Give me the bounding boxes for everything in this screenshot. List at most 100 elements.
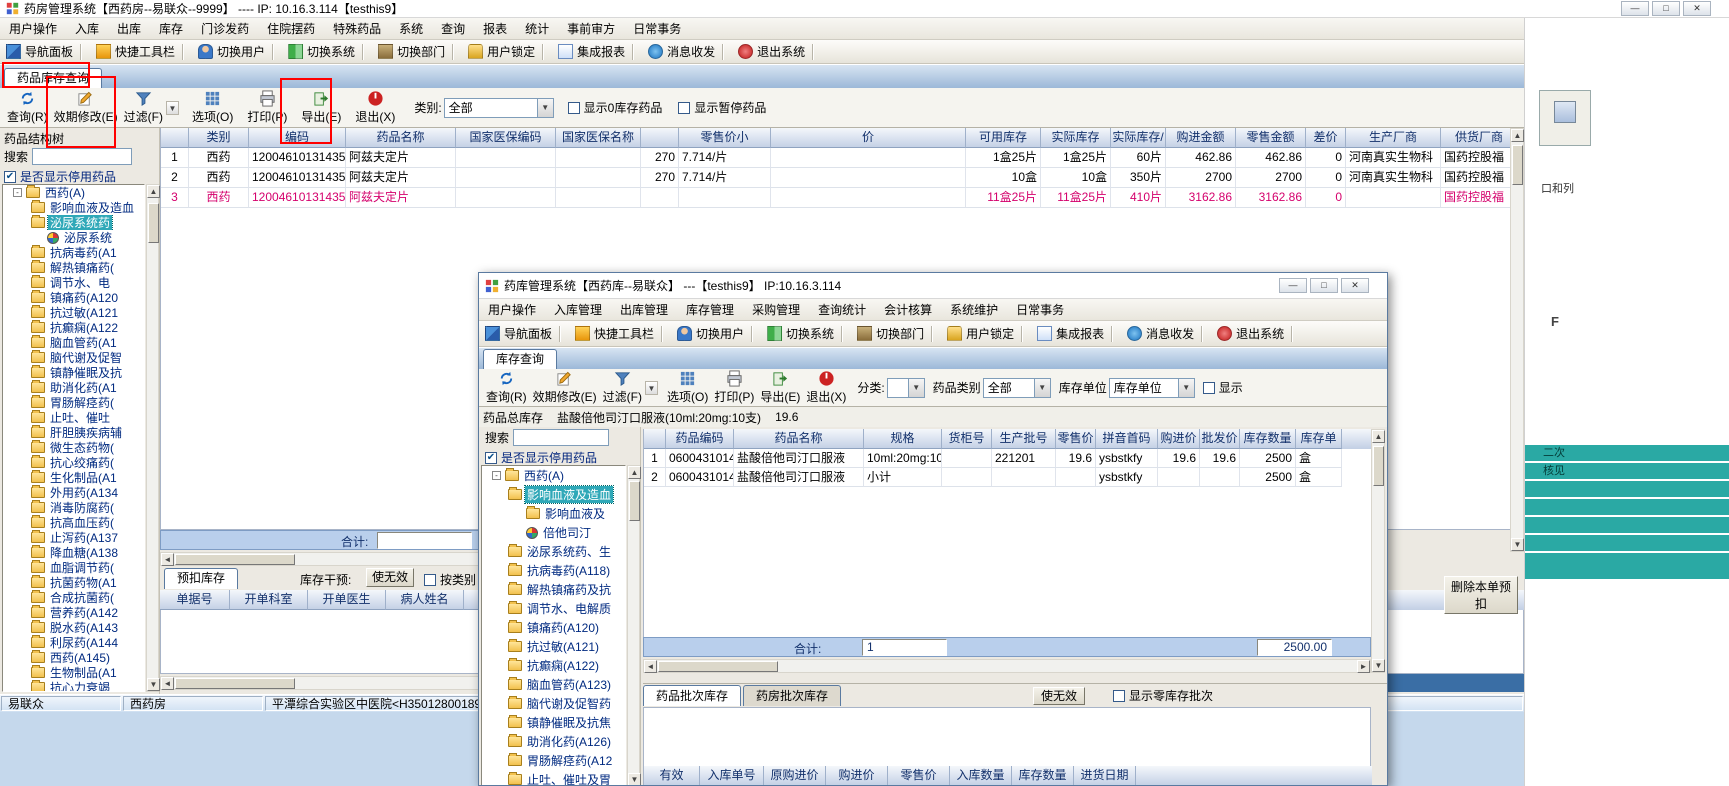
exit-button[interactable]: 退出(X) [352,89,398,126]
scroll-thumb[interactable] [658,661,778,672]
toolbar-button[interactable]: 切换部门 [851,321,941,346]
toolbar-button[interactable]: 切换系统 [761,321,851,346]
tree-item[interactable]: 抗心绞痛药( [3,455,144,470]
export-button[interactable]: 导出(E) [298,89,344,126]
column-header[interactable]: 零售价 [1056,429,1096,449]
column-header[interactable]: 药品编码 [666,429,734,449]
menu-item[interactable]: 统计 [516,18,558,40]
scroll-right-icon[interactable]: ► [1357,660,1370,673]
menu-item[interactable]: 库存管理 [677,298,743,321]
column-header[interactable]: 购进价 [826,766,888,785]
column-header[interactable]: 零售金额 [1236,128,1306,148]
menu-item[interactable]: 查询统计 [809,298,875,321]
toolbar-button[interactable]: 切换部门 [372,40,462,63]
tree-item[interactable]: 利尿药(A144 [3,635,144,650]
column-header[interactable]: 有效 [644,766,700,785]
menu-item[interactable]: 查询 [432,18,474,40]
tree-item[interactable]: 外用药(A134 [3,485,144,500]
column-header[interactable] [641,128,679,148]
tree-item[interactable]: 影响血液及造血 [3,200,144,215]
column-header[interactable]: 开单医生 [308,590,386,610]
zero-batch-checkbox[interactable]: 显示零库存批次 [1113,687,1213,704]
expiry-edit-button[interactable]: 效期修改(E) [530,369,600,406]
menu-item[interactable]: 报表 [474,18,516,40]
warehouse-grid-vscroll[interactable]: ▲ ▼ [1371,429,1385,673]
tree-item[interactable]: 镇静催眠及抗焦 [482,713,625,732]
tree-item[interactable]: 血脂调节药( [3,560,144,575]
menu-item[interactable]: 事前审方 [558,18,624,40]
filter-dropdown-arrow[interactable]: ▼ [645,380,658,395]
column-header[interactable]: 库存单 [1296,429,1342,449]
drug-type-dropdown[interactable]: 全部 ▼ [982,377,1051,398]
toolbar-button[interactable]: 集成报表 [1031,321,1121,346]
tree-item[interactable]: 影响血液及造血 [482,485,625,504]
tree-item[interactable]: 解热镇痛药( [3,260,144,275]
toolbar-button[interactable]: 快捷工具栏 [90,40,192,63]
column-header[interactable]: 零售价小 [679,128,771,148]
toolbar-button[interactable]: 退出系统 [732,40,822,63]
menu-item[interactable]: 日常事务 [624,18,690,40]
tree-item[interactable]: 抗过敏(A121 [3,305,144,320]
query-button[interactable]: 查询(R) [483,369,530,406]
column-header[interactable]: 编码 [249,128,346,148]
column-header[interactable]: 药品名称 [346,128,456,148]
stock-grid-vscroll[interactable]: ▲ ▼ [1510,128,1524,552]
tab-pharmacy-batch-stock[interactable]: 药房批次库存 [743,685,842,706]
close-button[interactable]: ✕ [1683,1,1711,16]
menu-item[interactable]: 特殊药品 [324,18,390,40]
tree-item[interactable]: 降血糖(A138 [3,545,144,560]
tree-item[interactable]: 消毒防腐药( [3,500,144,515]
show-checkbox[interactable]: 显示 [1202,379,1243,396]
maximize-button[interactable]: □ [1652,1,1680,16]
column-header[interactable]: 进货日期 [1074,766,1136,785]
tree-item[interactable]: 止吐、催吐及胃 [482,770,625,785]
toolbar-button[interactable]: 快捷工具栏 [569,321,671,346]
tree-item[interactable]: 肝胆胰疾病辅 [3,425,144,440]
stock-unit-dropdown[interactable]: 库存单位 ▼ [1108,377,1195,398]
scroll-up-icon[interactable]: ▲ [147,185,160,198]
toolbar-button[interactable]: 切换用户 [671,321,761,346]
exit-button[interactable]: 退出(X) [803,369,849,406]
tab-inventory-query[interactable]: 库存查询 [483,349,558,369]
tree-item[interactable]: 倍他司汀 [482,523,625,542]
column-header[interactable]: 可用库存 [966,128,1041,148]
column-header[interactable] [161,128,189,148]
tree-item[interactable]: 胃肠解痉药( [3,395,144,410]
invalidate-button[interactable]: 使无效 [1033,686,1086,705]
tree-item[interactable]: 西药(A145) [3,650,144,665]
toolbar-button[interactable]: 集成报表 [552,40,642,63]
scroll-left-icon[interactable]: ◄ [161,677,174,690]
menu-item[interactable]: 会计核算 [875,298,941,321]
column-header[interactable]: 零售价 [888,766,950,785]
column-header[interactable]: 库存数量 [1240,429,1296,449]
tree-item[interactable]: 胃肠解痉药(A12 [482,751,625,770]
column-header[interactable] [644,429,666,449]
print-button[interactable]: 打印(P) [711,369,757,406]
column-header[interactable]: 价 [771,128,966,148]
menu-item[interactable]: 系统 [390,18,432,40]
minimize-button[interactable]: — [1621,1,1649,16]
toolbar-button[interactable]: 切换系统 [282,40,372,63]
tree-item[interactable]: 助消化药(A1 [3,380,144,395]
filter-button[interactable]: 过滤(F) [600,369,645,406]
tree-item[interactable]: 抗心力衰竭 [3,680,144,691]
column-header[interactable]: 开单科室 [230,590,308,610]
column-header[interactable]: 批发价 [1200,429,1240,449]
toolbar-button[interactable]: 退出系统 [1211,321,1301,346]
minimize-button[interactable]: — [1279,278,1307,293]
tree-item[interactable]: 抗病毒药(A1 [3,245,144,260]
tree-item[interactable]: 合成抗菌药( [3,590,144,605]
tree-item[interactable]: 抗病毒药(A118) [482,561,625,580]
column-header[interactable]: 生产批号 [992,429,1056,449]
menu-item[interactable]: 库存 [150,18,192,40]
invalidate-button[interactable]: 使无效 [366,568,414,587]
tree-scrollbar[interactable]: ▲ ▼ [627,465,641,785]
column-header[interactable]: 类别 [189,128,249,148]
tree-item[interactable]: 止吐、催吐 [3,410,144,425]
scroll-up-icon[interactable]: ▲ [1511,129,1524,142]
column-header[interactable]: 实际库存/ [1111,128,1166,148]
scroll-thumb[interactable] [175,554,295,565]
column-header[interactable]: 单据号 [160,590,230,610]
tree-item[interactable]: 生物制品(A1 [3,665,144,680]
tab-stock-query[interactable]: 药品库存查询 [4,68,103,88]
